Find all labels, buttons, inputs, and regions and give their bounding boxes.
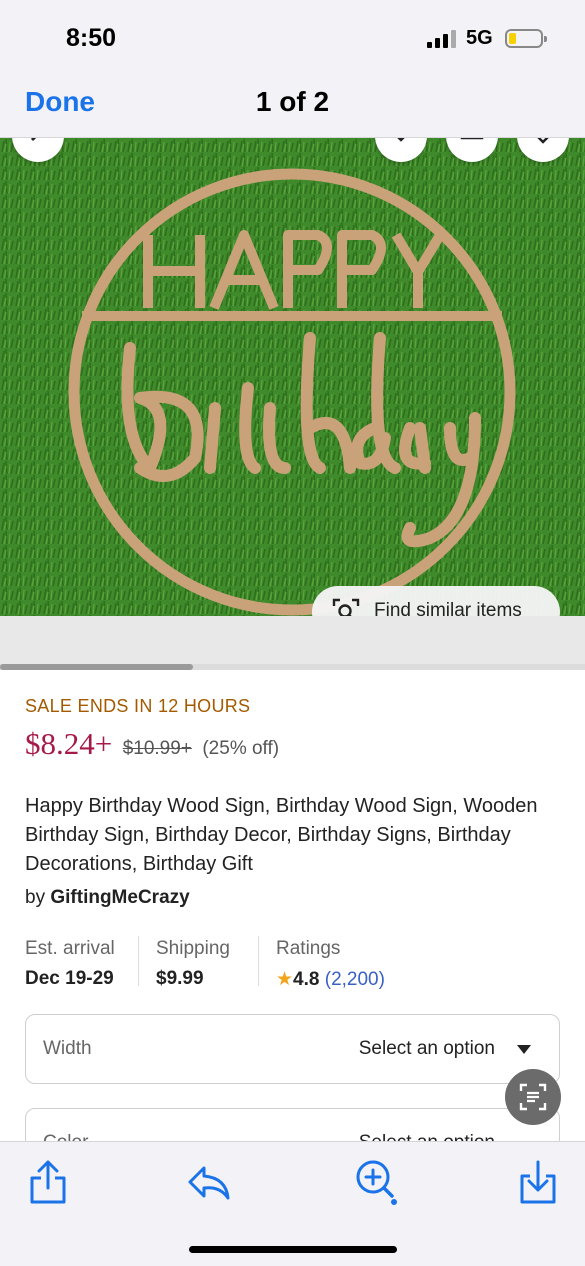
width-select[interactable]: Width Select an option [25,1014,560,1084]
save-icon [520,1160,556,1204]
share-toolbar-button[interactable] [26,1158,70,1206]
arrival-label: Est. arrival [25,938,115,959]
image-carousel-scrollbar[interactable] [0,664,585,670]
save-toolbar-button[interactable] [516,1158,560,1206]
star-icon: ★ [276,969,294,990]
shop-name-link[interactable]: GiftingMeCrazy [50,887,189,908]
visual-lookup-toolbar-button[interactable] [354,1158,398,1206]
meta-divider [258,936,259,986]
status-bar: 8:50 5G [0,0,585,78]
page-counter-title: 1 of 2 [255,86,330,117]
back-icon [30,138,37,142]
status-time: 8:50 [66,24,117,52]
color-select-value: Select an option [359,1132,495,1141]
width-select-label: Width [43,1038,92,1059]
product-image-area: Find similar items [0,138,585,668]
find-similar-label: Find similar items [374,600,522,616]
rating-count-link[interactable]: (2,200) [325,969,385,990]
ratings-info[interactable]: Ratings ★4.8 (2,200) [276,938,385,998]
product-image[interactable]: Find similar items [0,138,585,616]
live-text-icon [519,1083,547,1111]
sale-countdown: SALE ENDS IN 12 HOURS [25,696,251,716]
share-icon [460,138,484,140]
visual-lookup-icon [356,1160,397,1205]
find-similar-button[interactable]: Find similar items [312,586,560,616]
listing-screenshot[interactable]: Find similar items SALE ENDS IN 12 HOURS… [0,138,585,1141]
favorite-icon [537,138,549,144]
shipping-value: $9.99 [156,968,204,989]
shipping-info: Shipping $9.99 [156,938,230,998]
markup-toolbar-button[interactable] [186,1158,230,1206]
listing-title: Happy Birthday Wood Sign, Birthday Wood … [25,795,538,875]
color-select-label: Color [43,1132,88,1141]
battery-icon [505,29,547,48]
estimated-arrival: Est. arrival Dec 19-29 [25,938,115,998]
share-icon [30,1160,66,1204]
meta-divider [138,936,139,986]
shop-byline: by GiftingMeCrazy [25,887,190,909]
price-row: $8.24+ $10.99+ (25% off) [25,726,279,766]
markup-icon [188,1166,230,1200]
rating-score: 4.8 [293,969,320,990]
sale-price: $8.24+ [25,726,113,761]
cellular-signal-icon [427,30,457,48]
shipping-label: Shipping [156,938,230,959]
width-select-value: Select an option [358,1038,495,1059]
live-text-button[interactable] [505,1069,561,1125]
home-indicator[interactable] [189,1246,397,1253]
carousel-scroll-thumb[interactable] [0,664,193,670]
ratings-label: Ratings [276,938,341,959]
original-price: $10.99+ [122,738,192,759]
quick-look-nav-bar: Done 1 of 2 [0,78,585,138]
discount-percent: (25% off) [202,738,280,759]
chevron-down-icon [517,1045,531,1054]
arrival-value: Dec 19-29 [25,968,114,989]
color-select[interactable]: Color Select an option [25,1108,560,1141]
ratings-value[interactable]: ★4.8 (2,200) [276,968,385,991]
by-prefix: by [25,887,46,908]
happy-birthday-sign-image [0,138,585,616]
network-type: 5G [466,27,493,49]
find-similar-icon [332,598,360,616]
message-icon [397,138,405,142]
